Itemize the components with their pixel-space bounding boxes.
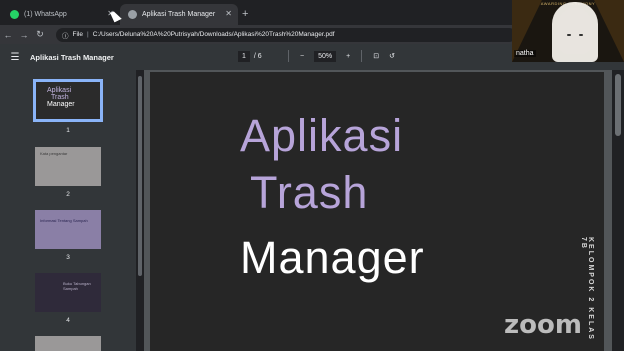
zoom-controls: − 50% + ⊡ ↺ (282, 50, 400, 62)
back-arrow-icon[interactable]: ← (0, 30, 16, 40)
zoom-out-button[interactable]: − (300, 53, 304, 60)
whatsapp-icon (10, 10, 19, 19)
pdf-page: Aplikasi Trash Manager KELOMPOK 2 KELAS … (150, 72, 604, 351)
thumbnail-number: 3 (66, 254, 70, 261)
group-label: KELOMPOK 2 KELAS 7B (580, 237, 594, 341)
tab-label: Aplikasi Trash Manager (142, 11, 216, 18)
participant-face (558, 8, 592, 54)
thumbnail-number: 4 (66, 317, 70, 324)
divider (361, 50, 363, 62)
thumb-text: Buku Tabungan Sampah (63, 281, 91, 291)
thumb-text: Trash (51, 94, 69, 101)
background-decoration (594, 0, 624, 62)
participant-video: AWARDING CEREMONY natha (512, 0, 624, 62)
sidebar-scrollbar[interactable] (136, 70, 144, 351)
thumbnail-page-5[interactable] (35, 336, 101, 351)
thumb-text: Aplikasi (47, 87, 72, 94)
eye (579, 34, 583, 36)
url-text: C:/Users/Deluna%20A%20Putrisyah/Download… (92, 31, 335, 38)
rotate-icon[interactable]: ↺ (389, 52, 395, 60)
thumb-text: Kata pengantar (40, 151, 68, 156)
document-title: Aplikasi Trash Manager (30, 52, 114, 62)
tab-label: (1) WhatsApp (24, 11, 67, 18)
fit-page-icon[interactable]: ⊡ (373, 52, 379, 60)
slide-title-line-2: Trash (250, 167, 369, 218)
thumb-text: Informasi Tentang Sampah (40, 218, 88, 223)
menu-icon[interactable]: ☰ (0, 52, 30, 63)
slide-title-line-3: Manager (240, 232, 425, 283)
scrollbar-thumb[interactable] (138, 76, 142, 276)
zoom-watermark: zoom (504, 310, 582, 340)
page-number-input[interactable]: 1 (238, 51, 250, 62)
page-indicator: 1 / 6 (238, 51, 262, 62)
thumbnail-number: 2 (66, 191, 70, 198)
thumbnail-page-1[interactable]: Aplikasi Trash Manager (33, 79, 103, 122)
thumbnail-page-4[interactable]: Buku Tabungan Sampah (35, 273, 101, 312)
zoom-level-input[interactable]: 50% (314, 50, 337, 62)
scrollbar-thumb[interactable] (615, 74, 621, 136)
url-field[interactable]: ⓘ File | C:/Users/Deluna%20A%20Putrisyah… (56, 27, 516, 42)
url-separator: | (86, 31, 89, 38)
eye (567, 34, 571, 36)
participant-name: natha (514, 50, 536, 57)
pdf-globe-icon (128, 10, 137, 19)
zoom-in-button[interactable]: + (346, 53, 350, 60)
tab-trash-manager[interactable]: Aplikasi Trash Manager ✕ (120, 4, 238, 25)
forward-arrow-icon[interactable]: → (16, 30, 32, 40)
close-icon[interactable]: ✕ (225, 9, 232, 18)
new-tab-button[interactable]: + (242, 8, 248, 20)
page-total: / 6 (253, 53, 262, 60)
reload-icon[interactable]: ↻ (32, 29, 48, 40)
info-icon: ⓘ (62, 32, 69, 40)
document-scrollbar[interactable] (612, 70, 624, 351)
url-scheme: File (72, 31, 83, 38)
slide-title-line-1: Aplikasi (240, 110, 404, 161)
thumb-text: Manager (47, 101, 75, 108)
thumbnail-page-3[interactable]: Informasi Tentang Sampah (35, 210, 101, 249)
tab-whatsapp[interactable]: (1) WhatsApp ✕ (2, 4, 120, 25)
thumbnail-page-2[interactable]: Kata pengantar (35, 147, 101, 186)
divider (288, 50, 289, 62)
document-area: Aplikasi Trash Manager KELOMPOK 2 KELAS … (144, 70, 612, 351)
thumbnail-number: 1 (66, 127, 70, 134)
